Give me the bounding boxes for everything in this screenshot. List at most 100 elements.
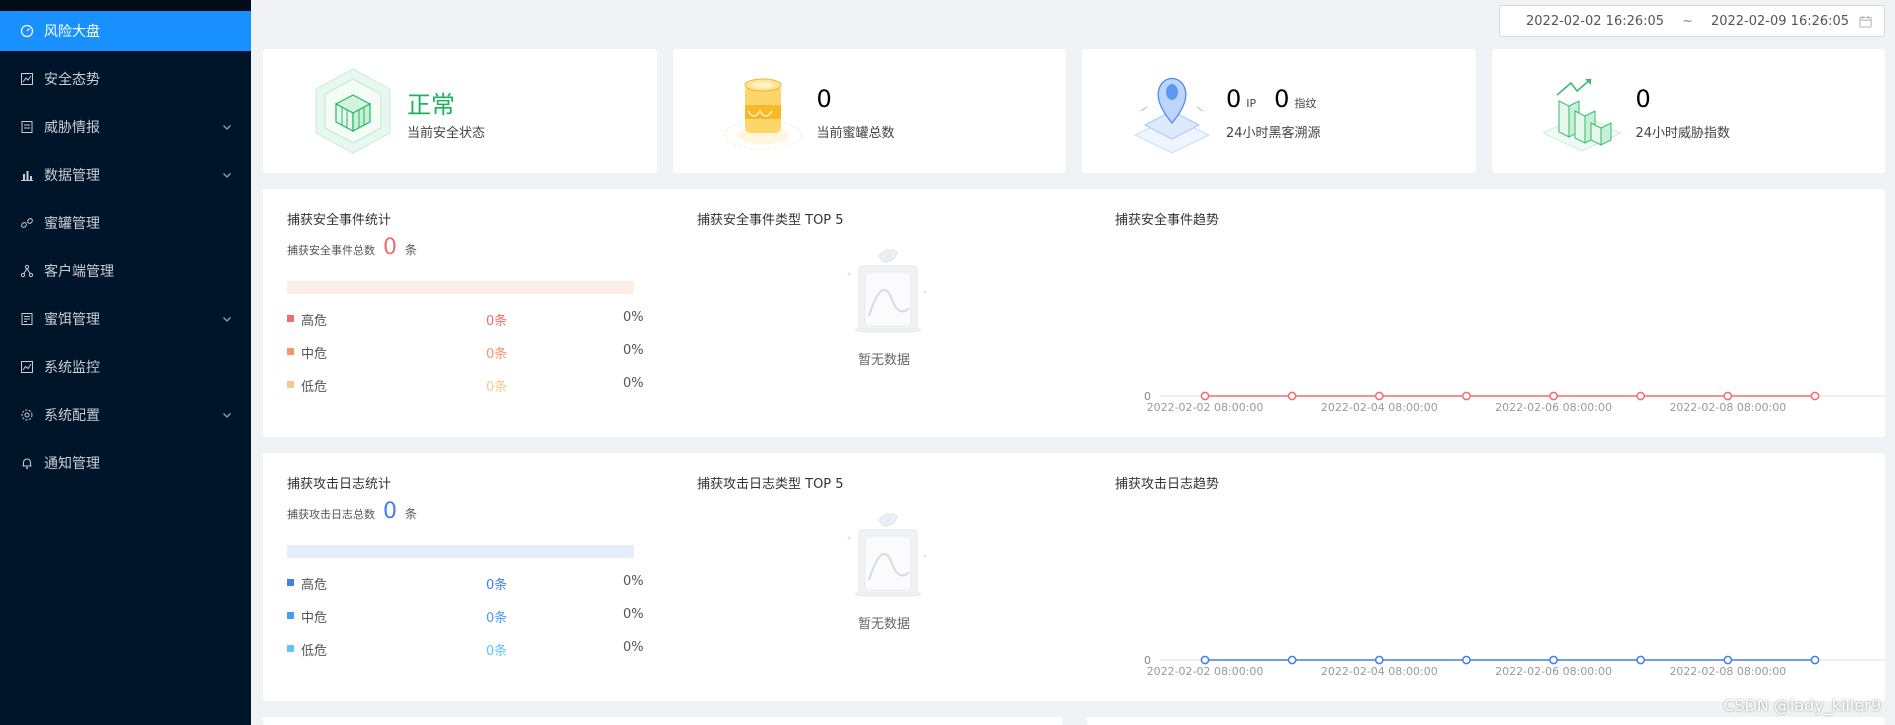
bottom-card-right <box>1087 717 1885 725</box>
x-tick-label: 2022-02-02 08:00:00 <box>1147 665 1264 678</box>
sidebar-item-9[interactable]: 系统配置 <box>0 395 251 435</box>
data-point[interactable] <box>1462 391 1471 401</box>
data-point[interactable] <box>1287 655 1297 665</box>
trace-fingerprint-value: 0 <box>1274 85 1290 113</box>
stat-cards: 正常 当前安全状态 0 当前蜜罐总数 0 IP 0 指纹 24小时黑客溯源 0 … <box>263 49 1885 173</box>
severity-name: 低危 <box>301 644 328 659</box>
date-range-start[interactable]: 2022-02-02 16:26:05 <box>1526 14 1664 29</box>
data-point[interactable] <box>1723 391 1733 401</box>
data-point[interactable] <box>1810 391 1820 401</box>
sidebar-item-label: 蜜罐管理 <box>44 216 100 232</box>
no-data-text: 暂无数据 <box>857 353 910 368</box>
severity-percent: 0% <box>623 640 644 655</box>
sidebar-menu: 风险大盘安全态势威胁情报数据管理蜜罐管理客户端管理蜜饵管理系统监控系统配置通知管… <box>0 11 251 483</box>
sidebar-item-label: 蜜饵管理 <box>44 312 100 328</box>
sidebar: 风险大盘安全态势威胁情报数据管理蜜罐管理客户端管理蜜饵管理系统监控系统配置通知管… <box>0 0 251 725</box>
security-status-label: 当前安全状态 <box>407 126 486 141</box>
date-range-picker[interactable]: 2022-02-02 16:26:05 ~ 2022-02-09 16:26:0… <box>1499 5 1885 37</box>
empty-box-icon <box>847 513 927 597</box>
severity-high-marker <box>287 579 294 586</box>
logs-trend-chart: 02022-02-02 08:00:00 2022-02-04 08:00:00 2… <box>1144 654 1895 678</box>
bar-cube-illustration <box>1541 78 1622 152</box>
logs-severity-bar <box>287 545 634 558</box>
sidebar-item-6[interactable]: 客户端管理 <box>0 251 251 291</box>
events-trend-title: 捕获安全事件趋势 <box>1115 213 1220 228</box>
bar-chart-icon <box>20 168 34 182</box>
severity-mid-marker <box>287 612 294 619</box>
data-point[interactable] <box>1374 391 1384 401</box>
events-total-label: 捕获安全事件总数 <box>287 244 375 257</box>
events-top5-empty: 暂无数据 <box>829 234 939 368</box>
security-status-value: 正常 <box>407 91 455 119</box>
sidebar-item-8[interactable]: 系统监控 <box>0 347 251 387</box>
date-range-end[interactable]: 2022-02-09 16:26:05 <box>1711 14 1849 29</box>
sidebar-item-5[interactable]: 蜜罐管理 <box>0 203 251 243</box>
logs-top5-empty: 暂无数据 <box>829 498 939 632</box>
severity-count: 0条 <box>486 347 508 362</box>
data-point[interactable] <box>1200 391 1210 401</box>
date-range-separator: ~ <box>1682 13 1693 29</box>
sidebar-item-2[interactable]: 安全态势 <box>0 59 251 99</box>
logs-total-value: 0 <box>383 499 397 524</box>
empty-box-icon <box>847 249 927 333</box>
chevron-down-icon[interactable] <box>221 409 233 421</box>
data-point[interactable] <box>1200 655 1210 665</box>
data-point[interactable] <box>1462 655 1471 665</box>
main-content: 2022-02-02 16:26:05 ~ 2022-02-09 16:26:0… <box>251 0 1895 725</box>
x-tick-label: 2022-02-02 08:00:00 <box>1147 401 1264 414</box>
sidebar-item-label: 通知管理 <box>44 456 100 472</box>
trace-values: 0 IP 0 指纹 <box>1226 85 1316 113</box>
no-data-text: 暂无数据 <box>857 617 910 632</box>
events-total-value: 0 <box>383 235 397 260</box>
logs-stats-title: 捕获攻击日志统计 <box>287 477 392 492</box>
hacker-trace-card: 0 IP 0 指纹 24小时黑客溯源 <box>1082 49 1476 173</box>
monitor-chart-icon <box>20 360 34 374</box>
data-point[interactable] <box>1810 655 1820 665</box>
logs-severity-low: 低危 0条 0% <box>287 640 647 659</box>
events-severity-high: 高危 0条 0% <box>287 310 647 329</box>
sidebar-item-7[interactable]: 蜜饵管理 <box>0 299 251 339</box>
severity-name: 高危 <box>301 314 328 329</box>
data-point[interactable] <box>1549 391 1558 401</box>
data-point[interactable] <box>1287 391 1297 401</box>
logs-total-label: 捕获攻击日志总数 <box>287 508 375 521</box>
data-point[interactable] <box>1374 655 1384 665</box>
events-total-unit: 条 <box>405 243 418 257</box>
x-tick-label: 2022-02-08 08:00:00 <box>1669 401 1786 414</box>
dashboard-icon <box>20 24 34 38</box>
chevron-down-icon[interactable] <box>221 169 233 181</box>
link-icon <box>20 216 34 230</box>
severity-name: 中危 <box>301 347 328 362</box>
sidebar-item-1[interactable]: 风险大盘 <box>0 11 251 51</box>
data-point[interactable] <box>1723 655 1733 665</box>
attack-logs-panel: 捕获攻击日志统计 捕获攻击日志总数 0 条 高危 0条 0% 中危 0条 0% … <box>263 453 1895 701</box>
gear-icon <box>20 408 34 422</box>
data-point[interactable] <box>1636 391 1646 401</box>
severity-percent: 0% <box>623 574 644 589</box>
x-tick-label: 2022-02-04 08:00:00 <box>1321 401 1438 414</box>
security-status-card: 正常 当前安全状态 <box>263 49 657 173</box>
severity-percent: 0% <box>623 376 644 391</box>
x-tick-label: 2022-02-06 08:00:00 <box>1495 401 1612 414</box>
sidebar-item-4[interactable]: 数据管理 <box>0 155 251 195</box>
x-tick-label: 2022-02-04 08:00:00 <box>1321 665 1438 678</box>
logs-total-unit: 条 <box>405 507 418 521</box>
sidebar-item-3[interactable]: 威胁情报 <box>0 107 251 147</box>
sidebar-item-10[interactable]: 通知管理 <box>0 443 251 483</box>
data-point[interactable] <box>1549 655 1558 665</box>
logs-severity-mid: 中危 0条 0% <box>287 607 647 626</box>
events-trend-section: 捕获安全事件趋势 0 2022-02-02 08:00:00 2022-02-04 … <box>1115 189 1895 437</box>
chevron-down-icon[interactable] <box>221 313 233 325</box>
calendar-icon[interactable] <box>1859 15 1872 28</box>
data-point[interactable] <box>1636 655 1646 665</box>
file-list-icon <box>20 312 34 326</box>
document-icon <box>20 120 34 134</box>
x-tick-label: 2022-02-06 08:00:00 <box>1495 665 1612 678</box>
chevron-down-icon[interactable] <box>221 121 233 133</box>
events-stats-title: 捕获安全事件统计 <box>287 213 392 228</box>
logs-severity-high: 高危 0条 0% <box>287 574 647 593</box>
events-severity-bar <box>287 281 634 294</box>
honeypot-count-label: 当前蜜罐总数 <box>816 126 895 141</box>
severity-percent: 0% <box>623 343 644 358</box>
severity-name: 中危 <box>301 611 328 626</box>
